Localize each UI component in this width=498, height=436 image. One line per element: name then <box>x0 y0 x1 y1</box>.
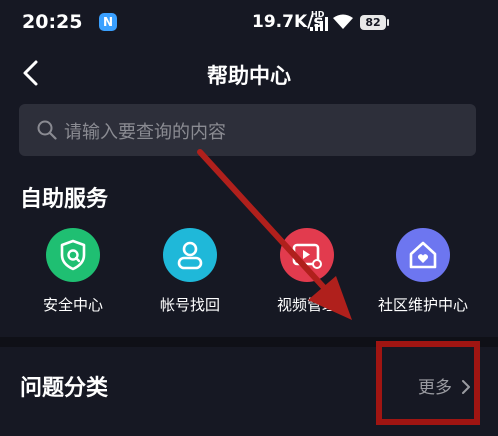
video-management-label: 视频管理 <box>276 296 337 314</box>
self-service-title: 自助服务 <box>20 187 109 212</box>
security-center-button[interactable]: 安全中心 <box>14 228 132 315</box>
shield-icon <box>46 228 100 282</box>
categories-title: 问题分类 <box>20 376 109 401</box>
search-input[interactable]: 请输入要查询的内容 <box>19 104 476 156</box>
app-notification-icon: N <box>99 13 117 31</box>
header-bar: 帮助中心 <box>0 48 498 100</box>
home-heart-icon <box>396 228 450 282</box>
wifi-icon <box>333 14 353 29</box>
status-bar: 20:25 N 19.7K/s HD 82 <box>0 0 498 48</box>
account-recovery-button[interactable]: 帐号找回 <box>131 228 249 315</box>
account-recovery-label: 帐号找回 <box>159 296 220 314</box>
page-title: 帮助中心 <box>207 64 291 88</box>
status-time: 20:25 <box>22 11 83 33</box>
video-management-button[interactable]: 视频管理 <box>248 228 366 315</box>
search-icon <box>37 120 57 140</box>
community-center-button[interactable]: 社区维护中心 <box>364 228 482 315</box>
search-placeholder: 请输入要查询的内容 <box>64 122 226 143</box>
signal-icon <box>310 17 328 31</box>
annotation-highlight-box <box>376 341 480 425</box>
security-center-label: 安全中心 <box>42 296 103 314</box>
battery-icon: 82 <box>360 15 386 30</box>
battery-tip <box>387 19 389 26</box>
community-center-label: 社区维护中心 <box>377 296 468 314</box>
user-icon <box>163 228 217 282</box>
video-settings-icon <box>280 228 334 282</box>
